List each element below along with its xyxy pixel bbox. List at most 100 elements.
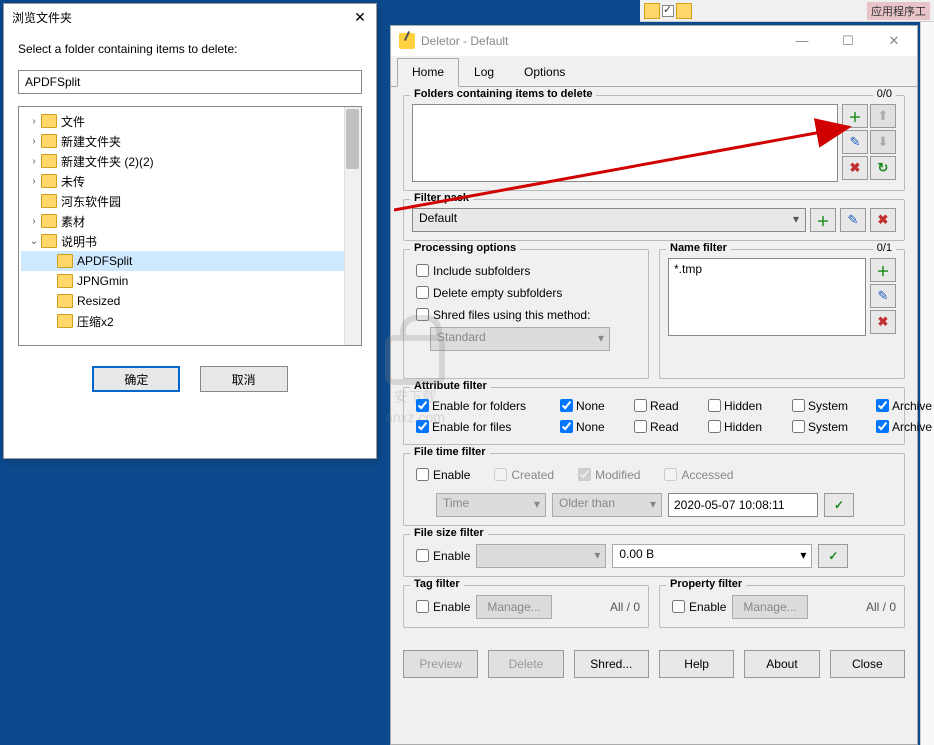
file-size-group: File size filter Enable 0.00 B ✓ — [403, 534, 905, 577]
tree-item[interactable]: ⌄说明书 — [21, 231, 359, 251]
folders-archive-check[interactable]: Archive — [872, 396, 934, 415]
tab-home[interactable]: Home — [397, 58, 459, 87]
explorer-toolbar-strip: 应用程序工 — [640, 0, 934, 22]
tree-item[interactable]: ›新建文件夹 (2)(2) — [21, 151, 359, 171]
name-add-button[interactable]: ＋ — [870, 258, 896, 282]
folders-listbox[interactable] — [412, 104, 838, 182]
prop-count: All / 0 — [866, 600, 896, 614]
tab-bar: Home Log Options — [391, 56, 917, 87]
preview-button[interactable]: Preview — [403, 650, 478, 678]
tag-filter-group: Tag filter Enable Manage... All / 0 — [403, 585, 649, 628]
time-field-combo[interactable]: Time — [436, 493, 546, 517]
remove-folder-button[interactable]: ✖ — [842, 156, 868, 180]
browse-cancel-button[interactable]: 取消 — [200, 366, 288, 392]
refresh-folder-button[interactable]: ↻ — [870, 156, 896, 180]
tree-item[interactable]: JPNGmin — [21, 271, 359, 291]
close-button[interactable]: ✕ — [871, 26, 917, 56]
tab-options[interactable]: Options — [509, 58, 580, 86]
time-value-input[interactable] — [668, 493, 818, 517]
folder-icon — [41, 214, 57, 228]
folders-group: Folders containing items to delete 0/0 ＋… — [403, 95, 905, 191]
filter-pack-combo[interactable]: Default — [412, 208, 806, 232]
about-button[interactable]: About — [744, 650, 819, 678]
tree-item[interactable]: ›文件 — [21, 111, 359, 131]
tab-log[interactable]: Log — [459, 58, 509, 86]
delete-button[interactable]: Delete — [488, 650, 563, 678]
prop-manage-button[interactable]: Manage... — [732, 595, 807, 619]
time-apply-button[interactable]: ✓ — [824, 493, 854, 517]
size-value-combo[interactable]: 0.00 B — [612, 544, 812, 568]
tree-item[interactable]: 压缩x2 — [21, 311, 359, 331]
time-enable-check[interactable]: Enable — [412, 465, 470, 484]
enable-files-check[interactable]: Enable for files — [412, 417, 552, 436]
size-op-combo[interactable] — [476, 544, 606, 568]
time-op-combo[interactable]: Older than — [552, 493, 662, 517]
shred-button[interactable]: Shred... — [574, 650, 649, 678]
tree-item[interactable]: ›素材 — [21, 211, 359, 231]
files-hidden-check[interactable]: Hidden — [704, 417, 784, 436]
name-remove-button[interactable]: ✖ — [870, 310, 896, 334]
name-filter-title: Name filter — [666, 242, 731, 254]
include-subfolders-check[interactable]: Include subfolders — [412, 261, 640, 280]
filter-pack-title: Filter pack — [410, 192, 473, 204]
enable-folders-check[interactable]: Enable for folders — [412, 396, 552, 415]
folder-icon — [41, 134, 57, 148]
attribute-filter-title: Attribute filter — [410, 380, 491, 392]
folder-tree[interactable]: ›文件›新建文件夹›新建文件夹 (2)(2)›未传河东软件园›素材⌄说明书APD… — [18, 106, 362, 346]
folder-icon — [41, 174, 57, 188]
move-down-button[interactable]: ⬇ — [870, 130, 896, 154]
attribute-filter-group: Attribute filter Enable for folders None… — [403, 387, 905, 445]
edit-folder-button[interactable]: ✎ — [842, 130, 868, 154]
browse-path-input[interactable] — [18, 70, 362, 94]
file-time-title: File time filter — [410, 446, 490, 458]
files-archive-check[interactable]: Archive — [872, 417, 934, 436]
folder-icon — [57, 274, 73, 288]
delete-empty-check[interactable]: Delete empty subfolders — [412, 283, 640, 302]
browse-title-bar: 浏览文件夹 ✕ — [4, 4, 376, 32]
folders-read-check[interactable]: Read — [630, 396, 700, 415]
files-read-check[interactable]: Read — [630, 417, 700, 436]
browse-instruction: Select a folder containing items to dele… — [18, 42, 362, 56]
size-enable-check[interactable]: Enable — [412, 546, 470, 565]
tree-item[interactable]: 河东软件园 — [21, 191, 359, 211]
shred-check[interactable]: Shred files using this method: — [412, 305, 640, 324]
tag-filter-title: Tag filter — [410, 578, 464, 590]
filter-add-button[interactable]: ＋ — [810, 208, 836, 232]
files-none-check[interactable]: None — [556, 417, 626, 436]
folders-none-check[interactable]: None — [556, 396, 626, 415]
tag-manage-button[interactable]: Manage... — [476, 595, 551, 619]
maximize-button[interactable]: ☐ — [825, 26, 871, 56]
folders-hidden-check[interactable]: Hidden — [704, 396, 784, 415]
files-system-check[interactable]: System — [788, 417, 868, 436]
minimize-button[interactable]: — — [779, 26, 825, 56]
browse-close-button[interactable]: ✕ — [350, 8, 370, 28]
folder-icon — [57, 254, 73, 268]
move-up-button[interactable]: ⬆ — [870, 104, 896, 128]
folder-icon — [41, 234, 57, 248]
deletor-title-text: Deletor - Default — [421, 34, 508, 48]
tree-item[interactable]: APDFSplit — [21, 251, 359, 271]
browse-title-text: 浏览文件夹 — [12, 11, 72, 25]
filter-remove-button[interactable]: ✖ — [870, 208, 896, 232]
tree-item[interactable]: Resized — [21, 291, 359, 311]
help-button[interactable]: Help — [659, 650, 734, 678]
prop-enable-check[interactable]: Enable — [668, 597, 726, 616]
tree-item[interactable]: ›未传 — [21, 171, 359, 191]
name-edit-button[interactable]: ✎ — [870, 284, 896, 308]
close-app-button[interactable]: Close — [830, 650, 905, 678]
tag-enable-check[interactable]: Enable — [412, 597, 470, 616]
size-apply-button[interactable]: ✓ — [818, 544, 848, 568]
shred-method-combo[interactable]: Standard — [430, 327, 610, 351]
file-size-title: File size filter — [410, 527, 488, 539]
browse-folder-dialog: 浏览文件夹 ✕ Select a folder containing items… — [3, 3, 377, 459]
filter-edit-button[interactable]: ✎ — [840, 208, 866, 232]
name-filter-listbox[interactable]: *.tmp — [668, 258, 866, 336]
add-folder-button[interactable]: ＋ — [842, 104, 868, 128]
tree-item[interactable]: ›新建文件夹 — [21, 131, 359, 151]
folders-system-check[interactable]: System — [788, 396, 868, 415]
deletor-window: Deletor - Default — ☐ ✕ Home Log Options… — [390, 25, 918, 745]
tree-scrollbar[interactable] — [344, 107, 361, 345]
time-accessed-check: Accessed — [660, 465, 733, 484]
deletor-title-bar[interactable]: Deletor - Default — ☐ ✕ — [391, 26, 917, 56]
browse-ok-button[interactable]: 确定 — [92, 366, 180, 392]
